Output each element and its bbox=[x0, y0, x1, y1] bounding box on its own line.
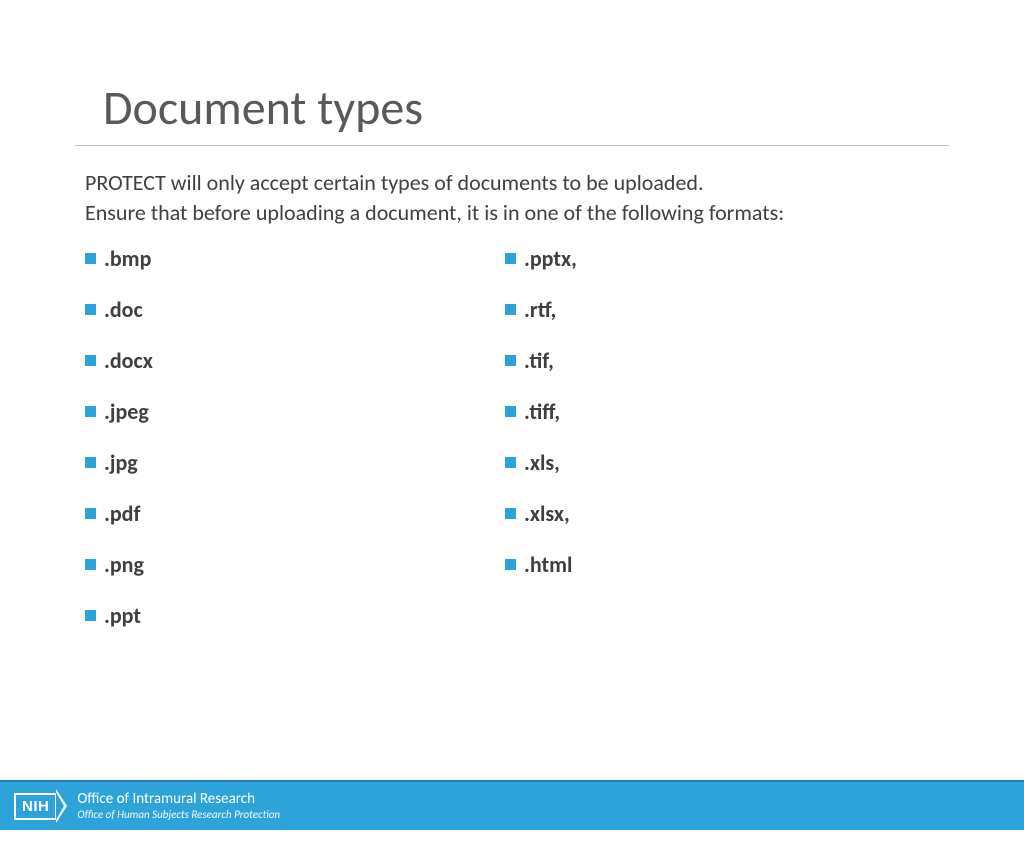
file-extension: .xlsx, bbox=[524, 500, 570, 527]
footer-bar: NIH Office of Intramural Research Office… bbox=[0, 780, 1024, 830]
file-extension: .bmp bbox=[104, 245, 151, 272]
list-item: .ppt bbox=[85, 602, 505, 629]
list-item: .jpeg bbox=[85, 398, 505, 425]
footer-office-title: Office of Intramural Research bbox=[77, 790, 280, 808]
left-column: .bmp .doc .docx .jpeg .jpg .pdf bbox=[85, 245, 505, 653]
file-extension: .ppt bbox=[104, 602, 141, 629]
bullet-icon bbox=[85, 610, 96, 621]
nih-logo-text: NIH bbox=[14, 793, 57, 820]
bullet-icon bbox=[85, 457, 96, 468]
list-item: .tif, bbox=[505, 347, 925, 374]
bullet-icon bbox=[85, 406, 96, 417]
list-item: .pptx, bbox=[505, 245, 925, 272]
chevron-right-icon bbox=[56, 789, 67, 823]
footer-text: Office of Intramural Research Office of … bbox=[77, 790, 280, 821]
slide: Document types PROTECT will only accept … bbox=[0, 78, 1024, 846]
file-extension: .png bbox=[104, 551, 144, 578]
list-item: .docx bbox=[85, 347, 505, 374]
file-extension: .tif, bbox=[524, 347, 554, 374]
page-title: Document types bbox=[103, 78, 1024, 145]
file-extension: .html bbox=[524, 551, 572, 578]
list-item: .png bbox=[85, 551, 505, 578]
right-column: .pptx, .rtf, .tif, .tiff, .xls, .xlsx, bbox=[505, 245, 925, 653]
list-item: .rtf, bbox=[505, 296, 925, 323]
file-extension: .xls, bbox=[524, 449, 560, 476]
intro-line-2: Ensure that before uploading a document,… bbox=[85, 198, 944, 228]
title-underline bbox=[75, 145, 949, 146]
bullet-icon bbox=[505, 355, 516, 366]
format-columns: .bmp .doc .docx .jpeg .jpg .pdf bbox=[85, 245, 1024, 653]
bullet-icon bbox=[505, 304, 516, 315]
bullet-icon bbox=[85, 559, 96, 570]
bullet-icon bbox=[505, 406, 516, 417]
footer-office-subtitle: Office of Human Subjects Research Protec… bbox=[77, 808, 280, 821]
bullet-icon bbox=[505, 559, 516, 570]
nih-logo: NIH bbox=[14, 789, 67, 823]
list-item: .doc bbox=[85, 296, 505, 323]
list-item: .html bbox=[505, 551, 925, 578]
list-item: .pdf bbox=[85, 500, 505, 527]
file-extension: .jpg bbox=[104, 449, 138, 476]
list-item: .jpg bbox=[85, 449, 505, 476]
file-extension: .docx bbox=[104, 347, 153, 374]
intro-line-1: PROTECT will only accept certain types o… bbox=[85, 168, 944, 198]
bullet-icon bbox=[505, 253, 516, 264]
file-extension: .rtf, bbox=[524, 296, 556, 323]
bullet-icon bbox=[85, 508, 96, 519]
file-extension: .doc bbox=[104, 296, 143, 323]
bullet-icon bbox=[505, 457, 516, 468]
bullet-icon bbox=[85, 304, 96, 315]
list-item: .xlsx, bbox=[505, 500, 925, 527]
list-item: .tiff, bbox=[505, 398, 925, 425]
bullet-icon bbox=[85, 355, 96, 366]
bullet-icon bbox=[85, 253, 96, 264]
list-item: .bmp bbox=[85, 245, 505, 272]
bullet-icon bbox=[505, 508, 516, 519]
file-extension: .pdf bbox=[104, 500, 140, 527]
file-extension: .pptx, bbox=[524, 245, 577, 272]
file-extension: .tiff, bbox=[524, 398, 560, 425]
file-extension: .jpeg bbox=[104, 398, 149, 425]
list-item: .xls, bbox=[505, 449, 925, 476]
intro-text: PROTECT will only accept certain types o… bbox=[85, 168, 944, 227]
